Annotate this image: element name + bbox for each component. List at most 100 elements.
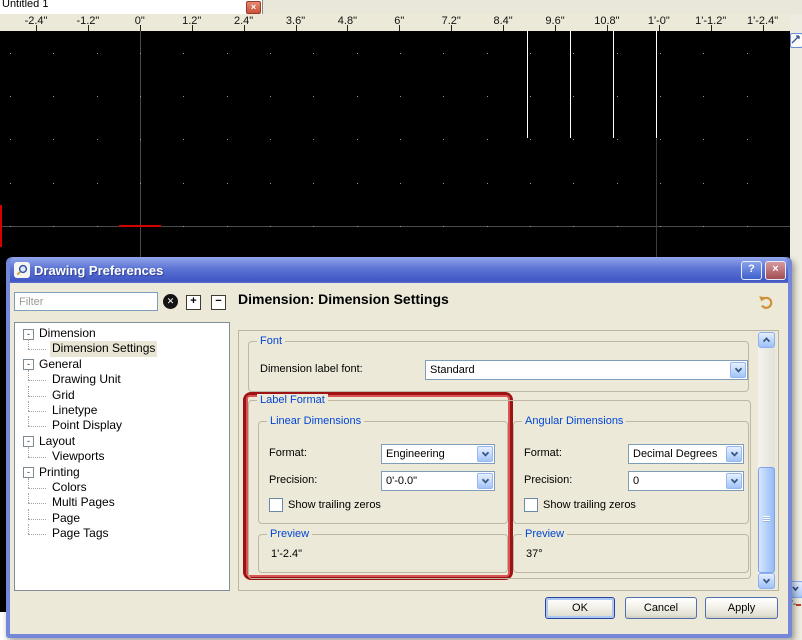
- document-tab[interactable]: Untitled 1 ×: [0, 0, 263, 14]
- grid-dot: [10, 139, 11, 140]
- grid-dot: [487, 96, 488, 97]
- tree-item-dimension[interactable]: -Dimension: [15, 326, 229, 341]
- grid-dot: [227, 139, 228, 140]
- expand-all-icon[interactable]: +: [186, 295, 201, 310]
- revert-icon[interactable]: [758, 295, 774, 310]
- chevron-down-icon[interactable]: [726, 446, 742, 462]
- crosshair-cursor: [0, 205, 2, 247]
- angular-precision-select[interactable]: 0: [628, 471, 744, 491]
- extension-line: [570, 31, 571, 138]
- tree-item-label: Dimension: [39, 326, 96, 341]
- tree-item-drawing-unit[interactable]: Drawing Unit: [15, 372, 229, 387]
- angular-dimensions-label: Angular Dimensions: [522, 415, 626, 427]
- ok-button[interactable]: OK: [545, 597, 615, 619]
- chevron-down-icon[interactable]: [477, 446, 493, 462]
- scroll-up-icon[interactable]: [758, 332, 775, 348]
- edge-red-mark: [796, 604, 801, 606]
- grid-dot: [443, 226, 444, 227]
- grid-dot: [443, 53, 444, 54]
- close-button[interactable]: ×: [765, 261, 786, 280]
- viewport-tool-icon[interactable]: [790, 33, 802, 48]
- collapse-all-icon[interactable]: −: [211, 295, 226, 310]
- grid-dot: [400, 139, 401, 140]
- filter-input[interactable]: [14, 292, 158, 311]
- tree-item-linetype[interactable]: Linetype: [15, 403, 229, 418]
- tree-item-label: Drawing Unit: [52, 372, 121, 387]
- dialog-body: ✕ + − Dimension: Dimension Settings -Dim…: [10, 283, 788, 634]
- scrollbar-thumb[interactable]: [758, 467, 775, 573]
- angular-precision-label: Precision:: [524, 474, 572, 486]
- tree-item-colors[interactable]: Colors: [15, 480, 229, 495]
- drawing-preferences-dialog: Drawing Preferences ? × ✕ + − Dimension:…: [6, 257, 792, 638]
- grid-dot: [530, 53, 531, 54]
- linear-trailing-zeros-checkbox[interactable]: [269, 498, 283, 512]
- tree-item-label: General: [39, 357, 82, 372]
- tree-item-printing[interactable]: -Printing: [15, 465, 229, 480]
- grid-dot: [660, 53, 661, 54]
- linear-preview-value: 1'-2.4": [271, 548, 302, 560]
- grid-dot: [573, 53, 574, 54]
- chevron-down-icon[interactable]: [730, 362, 746, 378]
- tree-item-grid[interactable]: Grid: [15, 388, 229, 403]
- font-group-label: Font: [257, 335, 285, 347]
- grid-dot: [443, 96, 444, 97]
- chevron-down-icon[interactable]: [477, 473, 493, 489]
- tree-item-layout[interactable]: -Layout: [15, 434, 229, 449]
- crosshair-cursor: [119, 225, 161, 227]
- tree-item-point-display[interactable]: Point Display: [15, 418, 229, 433]
- grid-dot: [10, 96, 11, 97]
- chevron-down-icon[interactable]: [726, 473, 742, 489]
- grid-dot: [97, 183, 98, 184]
- tree-item-general[interactable]: -General: [15, 357, 229, 372]
- grid-dot: [140, 139, 141, 140]
- grid-dot: [97, 53, 98, 54]
- tree-expand-box[interactable]: -: [23, 329, 34, 340]
- grid-dot: [53, 183, 54, 184]
- tab-close-icon[interactable]: ×: [246, 1, 261, 14]
- grid-dot: [53, 53, 54, 54]
- grid-dot: [530, 183, 531, 184]
- linear-dimensions-label: Linear Dimensions: [267, 415, 364, 427]
- grid-dot: [573, 139, 574, 140]
- angular-preview-group: Preview 37°: [513, 534, 749, 573]
- apply-button[interactable]: Apply: [705, 597, 778, 619]
- cancel-button[interactable]: Cancel: [625, 597, 697, 619]
- tree-item-label: Page Tags: [52, 526, 109, 541]
- angular-format-select[interactable]: Decimal Degrees: [628, 444, 744, 464]
- help-button[interactable]: ?: [741, 261, 762, 280]
- grid-dot: [227, 53, 228, 54]
- tree-item-dimension-settings[interactable]: Dimension Settings: [15, 341, 229, 356]
- tree-expand-box[interactable]: -: [23, 436, 34, 447]
- tree-item-multi-pages[interactable]: Multi Pages: [15, 495, 229, 510]
- grid-dot: [487, 183, 488, 184]
- tree-expand-box[interactable]: -: [23, 359, 34, 370]
- angular-precision-value: 0: [633, 475, 639, 487]
- grid-dot: [703, 139, 704, 140]
- dialog-title-bar[interactable]: Drawing Preferences ? ×: [10, 257, 788, 283]
- grid-dot: [357, 53, 358, 54]
- clear-filter-icon[interactable]: ✕: [163, 294, 178, 309]
- tree-item-page[interactable]: Page: [15, 511, 229, 526]
- label-format-group-label: Label Format: [257, 394, 328, 406]
- angular-preview-label: Preview: [522, 528, 567, 540]
- grid-dot: [703, 183, 704, 184]
- grid-dot: [270, 96, 271, 97]
- grid-dot: [53, 226, 54, 227]
- panel-scrollbar[interactable]: [758, 332, 775, 589]
- grid-dot: [357, 183, 358, 184]
- linear-precision-value: 0'-0.0": [386, 475, 417, 487]
- grid-dot: [400, 226, 401, 227]
- grid-dot: [53, 139, 54, 140]
- linear-precision-select[interactable]: 0'-0.0": [381, 471, 495, 491]
- linear-format-select[interactable]: Engineering: [381, 444, 495, 464]
- tree-expand-box[interactable]: -: [23, 467, 34, 478]
- dimension-font-select[interactable]: Standard: [425, 360, 748, 380]
- grid-dot: [487, 53, 488, 54]
- scroll-down-icon[interactable]: [758, 573, 775, 589]
- tree-item-page-tags[interactable]: Page Tags: [15, 526, 229, 541]
- tree-item-viewports[interactable]: Viewports: [15, 449, 229, 464]
- settings-panel: Font Dimension label font: Standard Labe…: [238, 330, 779, 591]
- tree-item-label: Grid: [52, 388, 75, 403]
- angular-trailing-zeros-checkbox[interactable]: [524, 498, 538, 512]
- grid-dot: [183, 139, 184, 140]
